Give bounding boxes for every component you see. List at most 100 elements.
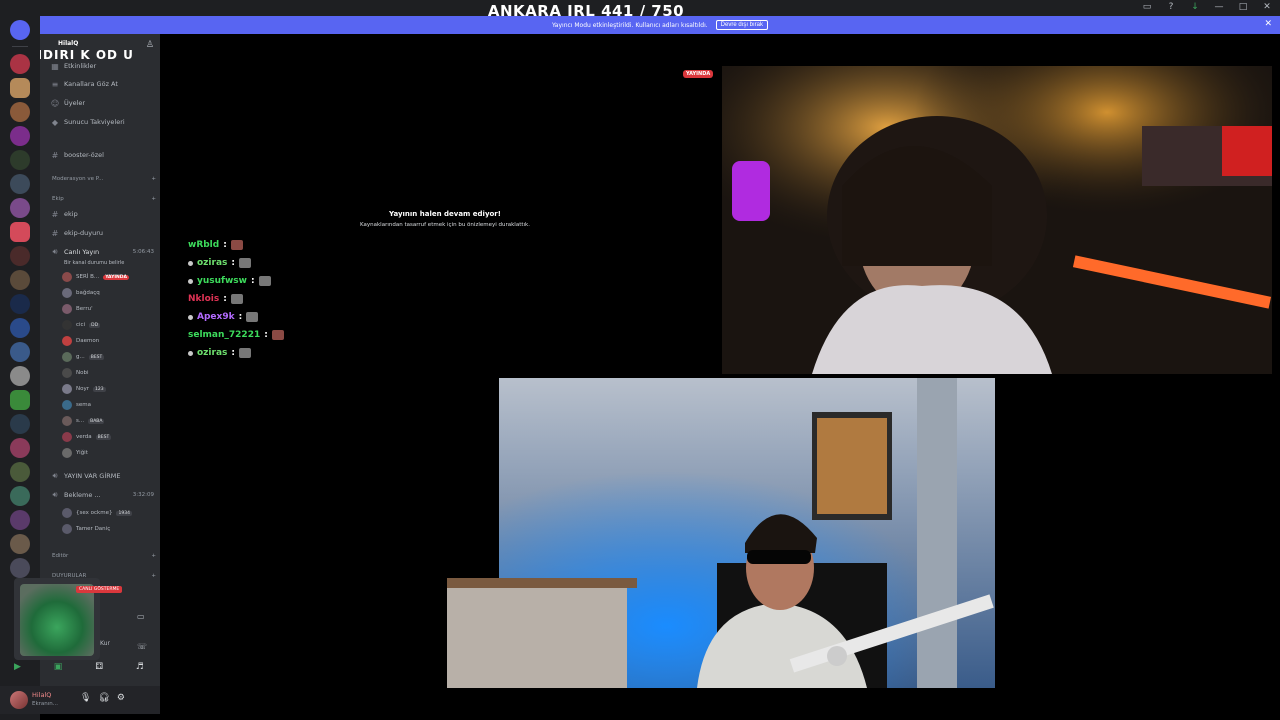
user-tag: BEST (88, 354, 105, 360)
help-icon[interactable]: ? (1166, 2, 1176, 12)
avatar[interactable] (10, 691, 28, 709)
server-icon[interactable] (10, 510, 30, 530)
sidebar-item-label: Sunucu Takviyeleri (64, 118, 125, 126)
badge-icon (188, 350, 193, 356)
add-channel-icon[interactable]: + (151, 176, 156, 182)
server-icon[interactable] (10, 126, 30, 146)
voice-user[interactable]: verda BEST (62, 430, 156, 444)
microphone-icon[interactable]: 🎙︎ (80, 693, 91, 703)
server-icon[interactable] (10, 438, 30, 458)
server-icon[interactable] (10, 534, 30, 554)
server-icon[interactable] (10, 174, 30, 194)
server-icon[interactable] (10, 414, 30, 434)
voice-user[interactable]: s... BABA (62, 414, 156, 428)
sidebar-item-label: Kanallara Göz At (64, 80, 118, 88)
voice-user[interactable]: g... BEST (62, 350, 156, 364)
headphones-icon[interactable]: 🎧︎ (98, 693, 109, 703)
sidebar-item-label: Etkinlikler (64, 62, 97, 70)
close-window-icon[interactable]: ✕ (1262, 2, 1272, 12)
settings-gear-icon[interactable]: ⚙ (117, 693, 125, 703)
voice-user[interactable]: Berru' (62, 302, 156, 316)
popout-icon[interactable]: ▭ (137, 612, 145, 621)
server-icon[interactable] (10, 486, 30, 506)
server-icon[interactable] (10, 198, 30, 218)
sidebar-item-events[interactable]: ▦ Etkinlikler (50, 60, 156, 72)
server-icon[interactable] (10, 150, 30, 170)
channel-status[interactable]: Bir kanal durumu belirle (64, 257, 160, 269)
chat-username: yusufwsw (197, 276, 247, 286)
server-icon[interactable] (10, 54, 30, 74)
sidebar-item-browse-channels[interactable]: ≡ Kanallara Göz At (50, 78, 156, 90)
title-bar: ANKARA IRL 441 / 750 ▭ ? ↓ — □ ✕ (0, 0, 1280, 20)
user-controls: 🎙︎ 🎧︎ ⚙ (80, 693, 125, 703)
add-channel-icon[interactable]: + (151, 573, 156, 579)
paused-preview-title: Yayının halen devam ediyor! (389, 210, 501, 218)
voice-user[interactable]: Nobi (62, 366, 156, 380)
server-icon[interactable] (10, 366, 30, 386)
avatar (62, 416, 72, 426)
server-icon[interactable] (10, 222, 30, 242)
maximize-icon[interactable]: □ (1238, 2, 1248, 12)
voice-user-name: SERİ B... (76, 274, 100, 280)
voice-user[interactable]: Noyr 123 (62, 382, 156, 396)
user-status: Ekranın... (32, 701, 59, 707)
channel-ekip-duyuru[interactable]: # ekip-duyuru (50, 227, 156, 239)
category-ekip[interactable]: Ekip + (52, 194, 156, 204)
user-tag: 1934 (116, 510, 132, 516)
home-icon[interactable] (10, 20, 30, 40)
chat-separator: : (238, 312, 243, 322)
server-icon[interactable] (10, 318, 30, 338)
voice-channel-yayin-var-girme[interactable]: 🔊︎ YAYIN VAR GİRME (50, 470, 156, 482)
stream-badge: CANLI GÖSTERME (76, 586, 123, 593)
server-icon[interactable] (10, 78, 30, 98)
camera-feed-guest[interactable] (447, 378, 995, 688)
stream-controls: ▶ ▣ ⚃ ♬ (14, 662, 144, 676)
avatar (62, 432, 72, 442)
activity-icon[interactable]: ⚃ (95, 662, 103, 676)
sidebar-item-boosts[interactable]: ◆ Sunucu Takviyeleri (50, 116, 156, 128)
server-icon[interactable] (10, 294, 30, 314)
chat-username: Nklois (188, 294, 220, 304)
channel-ekip[interactable]: # ekip (50, 208, 156, 220)
voice-user[interactable]: {sex ockme} 1934 (62, 506, 156, 520)
server-icon[interactable] (10, 342, 30, 362)
emote-icon (271, 330, 284, 340)
voice-user[interactable]: cici DD (62, 318, 156, 332)
category-editor[interactable]: Editör + (52, 551, 156, 561)
chat-separator: : (231, 348, 235, 358)
voice-user-name: Nobi (76, 370, 89, 376)
inbox-icon[interactable]: ▭ (1142, 2, 1152, 12)
voice-user[interactable]: Daemon (62, 334, 156, 348)
sidebar-item-members[interactable]: ☺ Üyeler (50, 97, 156, 109)
add-channel-icon[interactable]: + (151, 553, 156, 559)
avatar (62, 288, 72, 298)
soundboard-icon[interactable]: ♬ (136, 662, 144, 676)
voice-user[interactable]: Tamer Daniç (62, 522, 156, 536)
screen-share-icon[interactable]: ▣ (54, 662, 63, 676)
channel-booster[interactable]: # booster-özel (50, 149, 156, 161)
download-icon[interactable]: ↓ (1190, 2, 1200, 12)
voice-user[interactable]: bağdaçq (62, 286, 156, 300)
server-icon[interactable] (10, 246, 30, 266)
disconnect-icon[interactable]: ☏ (137, 642, 147, 651)
voice-user[interactable]: Yiğit (62, 446, 156, 460)
emote-icon (246, 312, 259, 322)
voice-user[interactable]: sema (62, 398, 156, 412)
server-icon[interactable] (10, 270, 30, 290)
close-icon[interactable]: ✕ (1264, 19, 1272, 29)
server-icon[interactable] (10, 390, 30, 410)
minimize-icon[interactable]: — (1214, 2, 1224, 12)
server-icon[interactable] (10, 102, 30, 122)
category-moderasyon[interactable]: Moderasyon ve P... + (52, 174, 156, 184)
camera-icon[interactable]: ▶ (14, 662, 21, 676)
add-member-icon[interactable]: ♙ (146, 40, 154, 50)
server-icon[interactable] (10, 462, 30, 482)
disable-streamer-mode-button[interactable]: Devre dışı bırak (715, 20, 769, 30)
add-channel-icon[interactable]: + (151, 196, 156, 202)
emote-icon (230, 240, 243, 250)
server-icon[interactable] (10, 558, 30, 578)
voice-user[interactable]: SERİ B... YAYINDA (62, 270, 156, 284)
camera-feed-streamer[interactable] (722, 66, 1272, 374)
voice-user-name: sema (76, 402, 91, 408)
category-label: Ekip (52, 196, 64, 202)
